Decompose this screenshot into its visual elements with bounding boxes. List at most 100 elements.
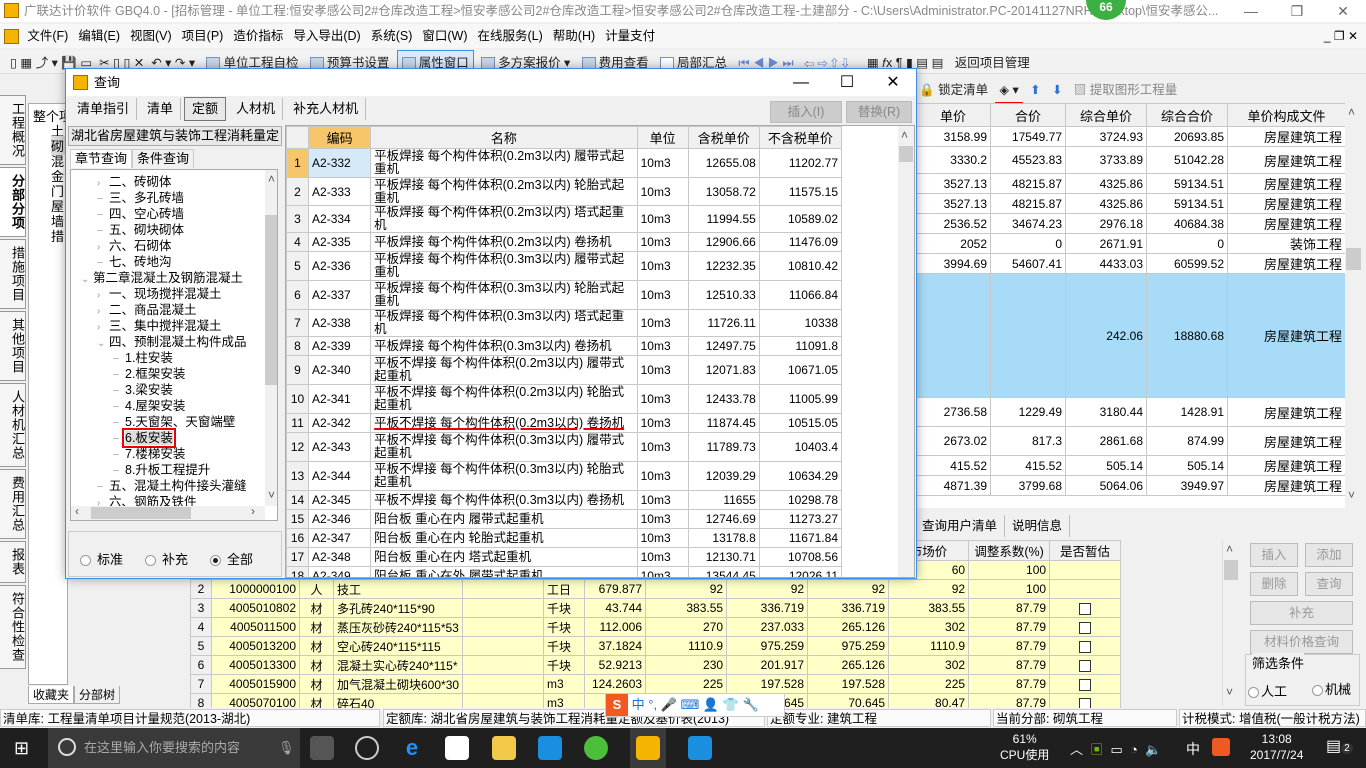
estimate-checkbox[interactable]: [1079, 659, 1092, 672]
quota-row[interactable]: 16 A2-347 阳台板 重心在内 轮胎式起重机 10m3 13178.8 11671.…: [286, 528, 843, 548]
table-row[interactable]: 3158.99 17549.77 3724.93 20693.85 房屋建筑工程: [915, 126, 1345, 147]
tree-item[interactable]: › 二、商品混凝土: [97, 302, 197, 318]
move-down-icon[interactable]: ⬇: [1048, 78, 1066, 102]
tree-item[interactable]: ┄ 1.柱安装: [113, 350, 173, 366]
table-cell[interactable]: [1049, 560, 1122, 580]
gbq-taskbar-item[interactable]: [630, 728, 666, 768]
left-tab[interactable]: 措施项目: [0, 239, 26, 309]
tree-item[interactable]: ┄ 七、砖地沟: [97, 254, 172, 270]
quota-row[interactable]: 18 A2-349 阳台板 重心在外 履带式起重机 10m3 13544.45 12026…: [286, 566, 843, 577]
dialog-tab[interactable]: 补充人材机: [286, 98, 367, 120]
notification-icon[interactable]: ▤ 2: [1326, 736, 1353, 756]
glodon-icon[interactable]: [538, 736, 562, 760]
table-cell[interactable]: [1049, 579, 1122, 599]
restore-button[interactable]: ❐: [1274, 0, 1320, 22]
menu-item[interactable]: 窗口(W): [417, 24, 472, 48]
quota-row[interactable]: 3 A2-334 平板焊接 每个构件体积(0.2m3以内) 塔式起重机 10m3 119…: [286, 205, 843, 233]
bottom-left-tab[interactable]: 分部树: [74, 686, 121, 704]
sogou-tray-icon[interactable]: [1212, 738, 1230, 756]
dialog-tab[interactable]: 清单指引: [70, 98, 138, 120]
quota-row[interactable]: 1 A2-332 平板焊接 每个构件体积(0.2m3以内) 履带式起重机 10m3 12…: [286, 148, 843, 178]
table-row[interactable]: 3330.2 45523.83 3733.89 51042.28 房屋建筑工程: [915, 146, 1345, 174]
windows-start-icon[interactable]: ⊞: [14, 738, 29, 759]
menu-item[interactable]: 造价指标: [228, 24, 288, 48]
table-row[interactable]: 2673.02 817.3 2861.68 874.99 房屋建筑工程: [915, 426, 1345, 456]
ime-toolbar[interactable]: S 中 °, 🎤 ⌨ 👤 👕 🔧: [605, 693, 785, 717]
store-icon[interactable]: [445, 736, 469, 760]
bottom-left-tab[interactable]: 收藏夹: [28, 686, 75, 704]
grid-vertical-scrollbar[interactable]: ˄: [898, 126, 914, 577]
quota-row[interactable]: 15 A2-346 阳台板 重心在内 履带式起重机 10m3 12746.69 11273…: [286, 509, 843, 529]
quota-row[interactable]: 7 A2-338 平板焊接 每个构件体积(0.3m3以内) 塔式起重机 10m3 117…: [286, 309, 843, 337]
bottom-panel-tab[interactable]: 说明信息: [1005, 515, 1071, 537]
scope-radio[interactable]: 补充: [145, 552, 188, 567]
minimize-button[interactable]: —: [1228, 0, 1274, 22]
scope-radio[interactable]: 全部: [210, 552, 253, 567]
left-tab[interactable]: 人材机汇总: [0, 383, 26, 467]
quota-row[interactable]: 9 A2-340 平板不焊接 每个构件体积(0.2m3以内) 履带式起重机 10m3 1…: [286, 355, 843, 385]
tray-icons[interactable]: ︿ ▣ ▭ ◔ 🔈: [1070, 739, 1161, 758]
column-header[interactable]: 综合单价: [1065, 103, 1147, 127]
tree-item[interactable]: ┄ 5.天窗架、天窗端壁: [113, 414, 235, 430]
app-menu-icon[interactable]: [4, 29, 19, 45]
tree-item[interactable]: ┄ 五、混凝土构件接头灌缝: [97, 478, 247, 494]
resource-vertical-scrollbar[interactable]: ˄ ˅: [1222, 540, 1239, 706]
menu-item[interactable]: 文件(F): [22, 24, 73, 48]
dialog-tab[interactable]: 定额: [184, 97, 227, 121]
column-header[interactable]: 不含税单价: [758, 126, 843, 149]
filter-labor-radio[interactable]: 人工: [1248, 681, 1287, 700]
quota-row[interactable]: 17 A2-348 阳台板 重心在内 塔式起重机 10m3 12130.71 10708.…: [286, 547, 843, 567]
insert-button[interactable]: 插入(I): [770, 101, 842, 123]
wrench-icon[interactable]: 🔧: [743, 697, 759, 712]
quota-row[interactable]: 5 A2-336 平板焊接 每个构件体积(0.3m3以内) 履带式起重机 10m3 12…: [286, 251, 843, 281]
table-row[interactable]: 2536.52 34674.23 2976.18 40684.38 房屋建筑工程: [915, 213, 1345, 234]
table-row[interactable]: 3 4005010802 材多孔砖240*115*90 千块 43.744 383.55 3…: [190, 598, 1122, 618]
table-cell[interactable]: [1049, 636, 1122, 656]
column-header[interactable]: 综合合价: [1146, 103, 1228, 127]
panel-button[interactable]: 添加: [1305, 543, 1353, 567]
browser-360-icon[interactable]: [584, 736, 608, 760]
remote-app-icon[interactable]: [688, 736, 712, 760]
query-mode-tab[interactable]: 条件查询: [132, 149, 195, 168]
tree-item[interactable]: › 二、砖砌体: [97, 174, 172, 190]
taskbar-search[interactable]: 在这里输入你要搜索的内容 🎙: [48, 728, 300, 768]
dialog-close-button[interactable]: ✕: [870, 69, 916, 96]
keyboard-icon[interactable]: ⌨: [681, 697, 700, 712]
menu-item[interactable]: 在线服务(L): [473, 24, 548, 48]
move-up-icon[interactable]: ⬆: [1026, 78, 1044, 102]
quota-row[interactable]: 8 A2-339 平板焊接 每个构件体积(0.3m3以内) 卷扬机 10m3 12497…: [286, 336, 843, 356]
table-row[interactable]: 4 4005011500 材蒸压灰砂砖240*115*53 千块 112.006 270 2…: [190, 617, 1122, 637]
microphone-icon[interactable]: 🎤: [661, 697, 677, 712]
table-cell[interactable]: [1049, 617, 1122, 637]
quota-row[interactable]: 6 A2-337 平板焊接 每个构件体积(0.3m3以内) 轮胎式起重机 10m3 12…: [286, 280, 843, 310]
menu-item[interactable]: 系统(S): [366, 24, 418, 48]
bottom-panel-tab[interactable]: 查询用户清单: [915, 515, 1006, 537]
tree-item[interactable]: ┄ 五、砌块砌体: [97, 222, 184, 238]
table-row[interactable]: 2052 0 2671.91 0 装饰工程: [915, 233, 1345, 254]
menu-item[interactable]: 帮助(H): [548, 24, 600, 48]
chevron-down-icon[interactable]: ⌄: [97, 336, 109, 352]
clock[interactable]: 13:08 2017/7/24: [1250, 731, 1303, 763]
menu-item[interactable]: 导入导出(D): [288, 24, 365, 48]
quota-row[interactable]: 11 A2-342 平板不焊接 每个构件体积(0.2m3以内) 卷扬机 10m3 118…: [286, 413, 843, 433]
column-header[interactable]: 合价: [990, 103, 1066, 127]
dialog-maximize-button[interactable]: ☐: [824, 69, 870, 96]
table-row[interactable]: 5 4005013200 材空心砖240*115*115 千块 37.1824 1110.…: [190, 636, 1122, 656]
column-header[interactable]: [286, 126, 310, 149]
table-row[interactable]: 3994.69 54607.41 4433.03 60599.52 房屋建筑工程: [915, 253, 1345, 274]
filter-machine-radio[interactable]: 机械: [1312, 679, 1351, 698]
tree-item[interactable]: › 一、现场搅拌混凝土: [97, 286, 222, 302]
table-row[interactable]: 4871.39 3799.68 5064.06 3949.97 房屋建筑工程: [915, 475, 1345, 496]
table-row[interactable]: 415.52 415.52 505.14 505.14 房屋建筑工程: [915, 455, 1345, 476]
menu-item[interactable]: 计量支付: [600, 24, 660, 48]
quota-row[interactable]: 12 A2-343 平板不焊接 每个构件体积(0.3m3以内) 履带式起重机 10m3…: [286, 432, 843, 462]
column-header[interactable]: 调整系数(%): [968, 540, 1051, 561]
left-tab[interactable]: 费用汇总: [0, 469, 26, 539]
panel-button[interactable]: 删除: [1250, 572, 1298, 596]
menu-item[interactable]: 编辑(E): [73, 24, 125, 48]
estimate-checkbox[interactable]: [1079, 602, 1092, 615]
swirl-app-icon[interactable]: [355, 736, 379, 760]
skin-icon[interactable]: 👕: [723, 697, 739, 712]
estimate-checkbox[interactable]: [1079, 621, 1092, 634]
panel-button[interactable]: 材料价格查询: [1250, 630, 1353, 654]
